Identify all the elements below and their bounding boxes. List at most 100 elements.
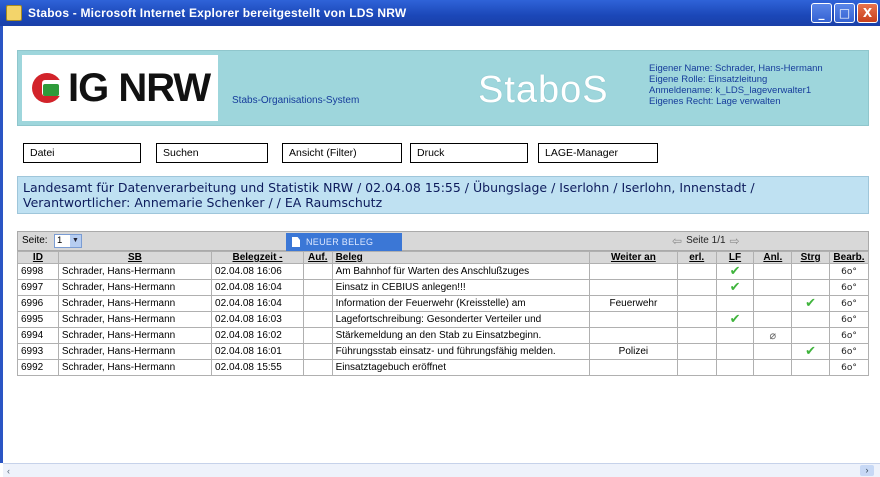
cell-belegzeit: 02.04.08 16:04: [211, 279, 304, 296]
col-lf[interactable]: LF: [715, 251, 755, 264]
chevron-down-icon: ▼: [70, 235, 81, 247]
table-row[interactable]: 6994 Schrader, Hans-Hermann 02.04.08 16:…: [17, 327, 870, 344]
table-row[interactable]: 6995 Schrader, Hans-Hermann 02.04.08 16:…: [17, 311, 870, 328]
col-bearb[interactable]: Bearb.: [828, 251, 870, 264]
attachment-icon[interactable]: ⌀: [753, 327, 793, 344]
scroll-left-icon[interactable]: ‹: [7, 466, 10, 476]
check-icon: ✔: [791, 295, 830, 312]
col-erl[interactable]: erl.: [676, 251, 717, 264]
cell-belegzeit: 02.04.08 16:06: [211, 263, 304, 280]
col-sb[interactable]: SB: [57, 251, 213, 264]
cell-weiter-an: [588, 327, 678, 344]
close-button[interactable]: X: [857, 3, 878, 23]
table-row[interactable]: 6998 Schrader, Hans-Hermann 02.04.08 16:…: [17, 263, 870, 280]
cell-erl: [676, 327, 717, 344]
menu-datei[interactable]: Datei: [23, 143, 141, 163]
cell-sb: Schrader, Hans-Hermann: [57, 295, 213, 312]
page-select[interactable]: 1 ▼: [54, 234, 82, 248]
cell-weiter-an: [588, 279, 678, 296]
cell-auf: [302, 263, 333, 280]
cell-sb: Schrader, Hans-Hermann: [57, 343, 213, 360]
col-belegzeit[interactable]: Belegzeit -: [211, 251, 304, 264]
system-name: Stabs-Organisations-System: [232, 95, 360, 106]
cell-id: 6998: [17, 263, 59, 280]
col-beleg[interactable]: Beleg: [331, 251, 590, 264]
cell-id: 6997: [17, 279, 59, 296]
next-page-icon[interactable]: ⇨: [730, 235, 740, 247]
prev-page-icon[interactable]: ⇦: [672, 235, 682, 247]
scroll-right-icon[interactable]: ›: [860, 465, 874, 476]
cell-anl: [753, 311, 793, 328]
user-info: Eigener Name: Schrader, Hans-Hermann Eig…: [649, 63, 823, 107]
cell-auf: [302, 359, 333, 376]
edit-glasses-icon[interactable]: 6o°: [828, 343, 870, 360]
cell-id: 6993: [17, 343, 59, 360]
cell-sb: Schrader, Hans-Hermann: [57, 263, 213, 280]
new-beleg-button[interactable]: NEUER BELEG: [286, 233, 402, 251]
edit-glasses-icon[interactable]: 6o°: [828, 263, 870, 280]
cell-id: 6995: [17, 311, 59, 328]
stabos-brand: StaboS: [478, 69, 609, 111]
horizontal-scrollbar[interactable]: ‹ ›: [3, 463, 880, 477]
cell-beleg[interactable]: Lagefortschreibung: Gesonderter Verteile…: [331, 311, 590, 328]
table-row[interactable]: 6992 Schrader, Hans-Hermann 02.04.08 15:…: [17, 359, 870, 376]
app-header: IG NRW Stabs-Organisations-System StaboS…: [17, 50, 869, 126]
cell-sb: Schrader, Hans-Hermann: [57, 311, 213, 328]
beleg-table: ID SB Belegzeit - Auf. Beleg Weiter an e…: [17, 251, 870, 376]
cell-strg: [791, 359, 830, 376]
cell-erl: [676, 295, 717, 312]
cell-strg: [791, 279, 830, 296]
edit-glasses-icon[interactable]: 6o°: [828, 295, 870, 312]
check-icon: ✔: [715, 311, 755, 328]
cell-beleg[interactable]: Information der Feuerwehr (Kreisstelle) …: [331, 295, 590, 312]
window-titlebar: Stabos - Microsoft Internet Explorer ber…: [0, 0, 880, 26]
cell-anl: [753, 359, 793, 376]
cell-auf: [302, 311, 333, 328]
cell-beleg[interactable]: Führungsstab einsatz- und führungsfähig …: [331, 343, 590, 360]
menu-suchen[interactable]: Suchen: [156, 143, 268, 163]
cell-anl: [753, 295, 793, 312]
new-beleg-label: NEUER BELEG: [306, 237, 374, 247]
cell-weiter-an: [588, 263, 678, 280]
col-weiter-an[interactable]: Weiter an: [588, 251, 678, 264]
edit-glasses-icon[interactable]: 6o°: [828, 279, 870, 296]
cell-beleg[interactable]: Einsatztagebuch eröffnet: [331, 359, 590, 376]
cell-belegzeit: 02.04.08 16:03: [211, 311, 304, 328]
cell-id: 6992: [17, 359, 59, 376]
cell-id: 6994: [17, 327, 59, 344]
page-content: IG NRW Stabs-Organisations-System StaboS…: [0, 26, 880, 463]
col-anl[interactable]: Anl.: [753, 251, 793, 264]
cell-beleg[interactable]: Stärkemeldung an den Stab zu Einsatzbegi…: [331, 327, 590, 344]
logo-text: IG NRW: [68, 65, 211, 110]
cell-strg: [791, 263, 830, 280]
cell-beleg[interactable]: Einsatz in CEBIUS anlegen!!!: [331, 279, 590, 296]
menu-druck[interactable]: Druck: [410, 143, 528, 163]
col-id[interactable]: ID: [17, 251, 59, 264]
table-row[interactable]: 6993 Schrader, Hans-Hermann 02.04.08 16:…: [17, 343, 870, 360]
cell-erl: [676, 359, 717, 376]
table-row[interactable]: 6997 Schrader, Hans-Hermann 02.04.08 16:…: [17, 279, 870, 296]
edit-glasses-icon[interactable]: 6o°: [828, 327, 870, 344]
cell-sb: Schrader, Hans-Hermann: [57, 327, 213, 344]
cell-beleg[interactable]: Am Bahnhof für Warten des Anschlußzuges: [331, 263, 590, 280]
cell-lf: [715, 295, 755, 312]
table-toolbar: Seite: 1 ▼ NEUER BELEG ⇦ Seite 1/1 ⇨: [17, 231, 869, 251]
check-icon: ✔: [715, 279, 755, 296]
menu-lage-manager[interactable]: LAGE-Manager: [538, 143, 658, 163]
pager-text: Seite 1/1: [686, 235, 726, 246]
col-auf[interactable]: Auf.: [302, 251, 333, 264]
cell-sb: Schrader, Hans-Hermann: [57, 359, 213, 376]
maximize-button[interactable]: □: [834, 3, 855, 23]
edit-glasses-icon[interactable]: 6o°: [828, 311, 870, 328]
col-strg[interactable]: Strg: [791, 251, 830, 264]
cell-auf: [302, 279, 333, 296]
situation-context: Landesamt für Datenverarbeitung und Stat…: [17, 176, 869, 214]
cell-auf: [302, 327, 333, 344]
minimize-button[interactable]: _: [811, 3, 832, 23]
user-login: Anmeldename: k_LDS_lageverwalter1: [649, 85, 812, 96]
menu-ansicht-filter[interactable]: Ansicht (Filter): [282, 143, 402, 163]
edit-glasses-icon[interactable]: 6o°: [828, 359, 870, 376]
document-icon: [292, 237, 300, 247]
cell-anl: [753, 343, 793, 360]
table-row[interactable]: 6996 Schrader, Hans-Hermann 02.04.08 16:…: [17, 295, 870, 312]
